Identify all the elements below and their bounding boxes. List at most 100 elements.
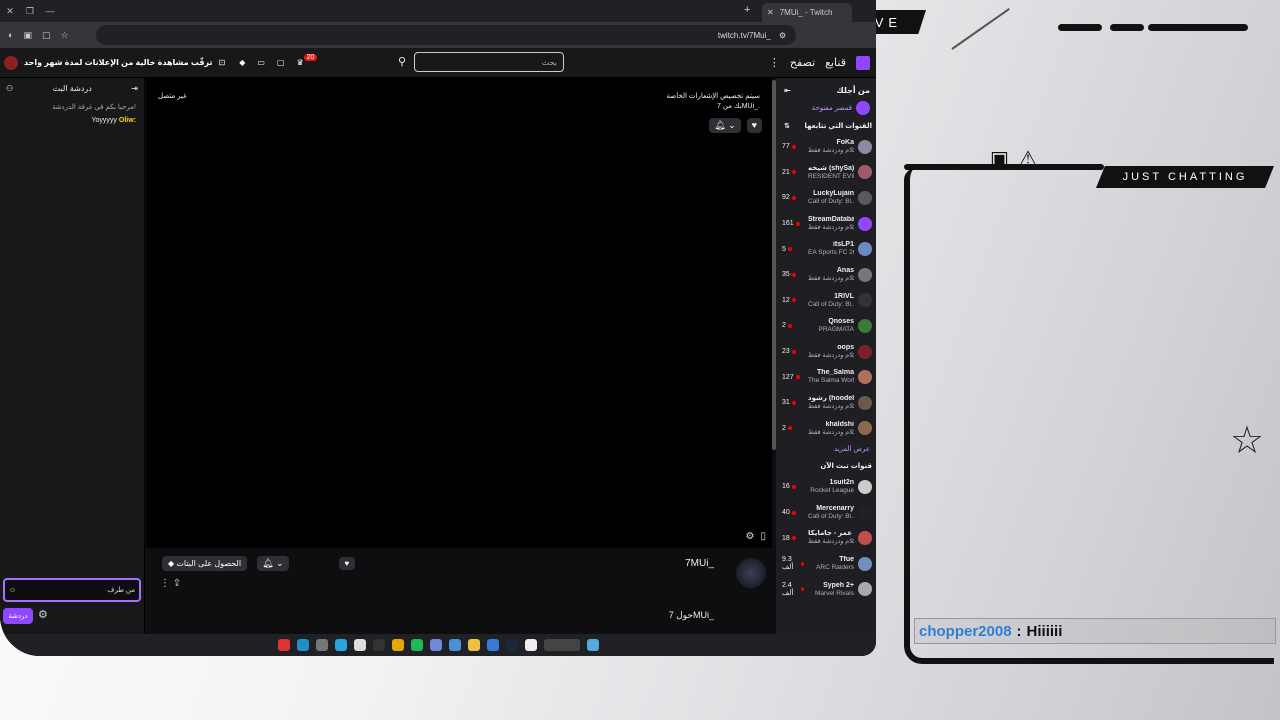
open-shop-item[interactable]: قمصر مفتوحة xyxy=(776,99,876,117)
channel-avatar xyxy=(858,582,872,597)
channel-game: كلام ودردشة فقط xyxy=(808,147,854,155)
nav-following[interactable]: قنابع xyxy=(825,56,846,69)
follow-heart-button[interactable]: ♥ xyxy=(746,118,762,133)
prime-icon[interactable]: ♛ xyxy=(296,58,303,67)
collapse-chat-icon[interactable]: ⇥ xyxy=(131,84,138,93)
notice-line-2: بك من 7MUi_. xyxy=(716,102,760,110)
channel-avatar[interactable] xyxy=(736,558,766,588)
inbox-icon[interactable]: ▭ xyxy=(257,58,265,67)
close-window-icon[interactable]: ✕ xyxy=(0,6,20,17)
channel-game: Call of Duty: Bl... xyxy=(808,300,854,308)
overlay-diagonal xyxy=(951,8,1010,50)
browser-icon[interactable] xyxy=(486,639,499,651)
taskbar xyxy=(0,634,876,656)
followed-channel-list: 77 FoKa كلام ودردشة فقط 21 شيخه (shySa) RESID… xyxy=(776,134,876,441)
channel-name[interactable]: 7MUi_ xyxy=(685,558,714,569)
sidebar-channel[interactable]: 2 khaldshi كلام ودردشة فقط xyxy=(776,416,876,442)
app-icon[interactable] xyxy=(277,639,290,651)
theatre-mode-icon[interactable]: ▯ xyxy=(760,531,766,542)
openai-icon[interactable] xyxy=(372,639,385,651)
sidebar-channel[interactable]: 35 Anas كلام ودردشة فقط xyxy=(776,262,876,288)
telegram-icon[interactable] xyxy=(334,639,347,651)
discord-icon[interactable] xyxy=(429,639,442,651)
notes-icon[interactable] xyxy=(353,639,366,651)
search-taskbar-icon[interactable] xyxy=(543,639,580,651)
chat-message-user[interactable]: Oliw: xyxy=(119,117,136,124)
channel-notify-button[interactable]: 🔔︎ ⌄ xyxy=(257,556,289,571)
sidebar-header: ⇤ من أجلك xyxy=(776,78,876,99)
live-dot-icon xyxy=(801,561,804,566)
sidebar-channel[interactable]: 77 FoKa كلام ودردشة فقط xyxy=(776,134,876,160)
channel-more-icon[interactable]: ⋮ ⇪ xyxy=(160,578,181,589)
avatar[interactable] xyxy=(4,55,18,70)
chat-send-button[interactable]: دردشة xyxy=(3,608,33,624)
sidebar-channel[interactable]: 2 Qnoses PRAGMATA xyxy=(776,313,876,339)
folder-icon[interactable] xyxy=(467,639,480,651)
collapse-sidebar-icon[interactable]: ⇤ xyxy=(784,86,791,95)
sidebar-channel[interactable]: 31 رشود (hoode88)...كلام ودردشة فقط xyxy=(776,390,876,416)
sidebar-channel[interactable]: 92 LuckyLujain Call of Duty: Bl... xyxy=(776,185,876,211)
sidebar-channel[interactable]: 21 شيخه (shySa)RESIDENT EVIL... xyxy=(776,160,876,186)
sidebar-channel[interactable]: 40 Mercenarry Call of Duty: Bl... xyxy=(776,500,876,526)
get-bits-button[interactable]: ◆ الحصول على البتات xyxy=(162,556,248,571)
channel-text: LuckyLujain Call of Duty: Bl... xyxy=(808,190,854,206)
browser-tab[interactable]: ✕ 7MUi_ - Twitch xyxy=(762,3,852,22)
notify-bell-button[interactable]: 🔔︎ ⌄ xyxy=(709,118,741,133)
followed-title: القنوات التي تتابعها xyxy=(804,123,872,130)
minimize-window-icon[interactable]: — xyxy=(40,6,60,16)
notice-line-1: سيتم تخصيص الإشعارات الخاصة xyxy=(666,93,760,100)
chat-settings-icon[interactable]: ⚙ xyxy=(38,608,48,621)
browser-window: ✕ ❐ — + ✕ 7MUi_ - Twitch ◐ ▣ ▢ ☆ twitch.… xyxy=(0,0,876,656)
chrome-icon[interactable] xyxy=(391,639,404,651)
steam-icon[interactable] xyxy=(505,639,518,651)
extension-icon-3[interactable]: ▢ xyxy=(42,30,51,41)
extension-icon[interactable]: ◐ xyxy=(8,30,13,40)
sidebar-channel[interactable]: 5 itsLP1 EA Sports FC 26 xyxy=(776,236,876,262)
chat-input[interactable]: ☺ من طرف xyxy=(3,578,141,602)
check-icon[interactable] xyxy=(448,639,461,651)
sidebar-channel[interactable]: 12 1RIVL Call of Duty: Bl... xyxy=(776,288,876,314)
settings-icon[interactable] xyxy=(315,639,328,651)
extension-icon-2[interactable]: ▣ xyxy=(23,30,32,41)
sidebar-channel[interactable]: 16 1suit2n Rocket League xyxy=(776,474,876,500)
video-player[interactable]: غير متصل سيتم تخصيص الإشعارات الخاصة بك … xyxy=(146,78,772,548)
promo-text[interactable]: ترقّب مشاهدة خالية من الإعلانات لمدة شهر… xyxy=(24,58,213,67)
channel-text: شيخه (shySa)RESIDENT EVIL... xyxy=(808,165,854,181)
restore-window-icon[interactable]: ❐ xyxy=(20,6,40,17)
show-more-link[interactable]: عرض المزيد xyxy=(776,441,876,457)
ad-free-icon[interactable]: ⊡ xyxy=(219,58,226,67)
channel-actions: ◆ الحصول على البتات 🔔︎ ⌄ ♥ xyxy=(162,556,356,571)
bits-icon[interactable]: ◆ xyxy=(239,58,245,67)
channel-name: FoKa xyxy=(836,139,855,147)
emote-icon[interactable]: ☺ xyxy=(9,587,16,594)
edge-icon[interactable] xyxy=(296,639,309,651)
file-icon[interactable] xyxy=(524,639,537,651)
search-icon[interactable]: ⚲ xyxy=(398,55,406,68)
sidebar-channel[interactable]: 18 عمر - جامايكا (jamaica...كلام ودردشة ف… xyxy=(776,525,876,551)
new-tab-button[interactable]: + xyxy=(744,4,750,16)
site-info-icon[interactable]: ⚙ xyxy=(779,31,786,40)
sidebar-channel[interactable]: 127 The_Salma The Salma World xyxy=(776,364,876,390)
address-bar: ◐ ▣ ▢ ☆ twitch.tv/7Mui_ ⚙ xyxy=(0,22,876,48)
url-field[interactable]: twitch.tv/7Mui_ ⚙ xyxy=(96,25,796,45)
more-menu-icon[interactable]: ⋮ xyxy=(769,56,780,69)
sidebar-channel[interactable]: 2.4 ألف Sypeh 2+ Marvel Rivals xyxy=(776,577,876,603)
nav-browse[interactable]: تصفح xyxy=(790,56,815,69)
sidebar-channel[interactable]: 161 StreamDatabaseكلام ودردشة فقط xyxy=(776,211,876,237)
tab-close-icon[interactable]: ✕ xyxy=(767,8,774,17)
twitch-top-nav: ترقّب مشاهدة خالية من الإعلانات لمدة شهر… xyxy=(0,48,876,78)
channel-follow-button[interactable]: ♥ xyxy=(338,557,356,570)
sidebar-channel[interactable]: 9.3 ألف Tfue ARC Raiders xyxy=(776,551,876,577)
start-icon[interactable] xyxy=(586,639,599,651)
twitch-logo-icon[interactable] xyxy=(856,55,870,70)
search-input[interactable]: بحث xyxy=(414,52,564,72)
chat-users-icon[interactable]: ⚇ xyxy=(6,84,13,93)
sidebar-channel[interactable]: 23 oops كلام ودردشة فقط xyxy=(776,339,876,365)
channel-name: 1suit2n xyxy=(829,479,854,487)
star-bookmark-icon[interactable]: ☆ xyxy=(60,30,68,41)
channel-text: Anas كلام ودردشة فقط xyxy=(808,267,854,283)
notifications-icon[interactable]: ▢ xyxy=(277,58,285,67)
player-settings-icon[interactable]: ⚙ xyxy=(746,531,755,542)
sort-icon[interactable]: ⇅ xyxy=(784,122,790,130)
spotify-icon[interactable] xyxy=(410,639,423,651)
